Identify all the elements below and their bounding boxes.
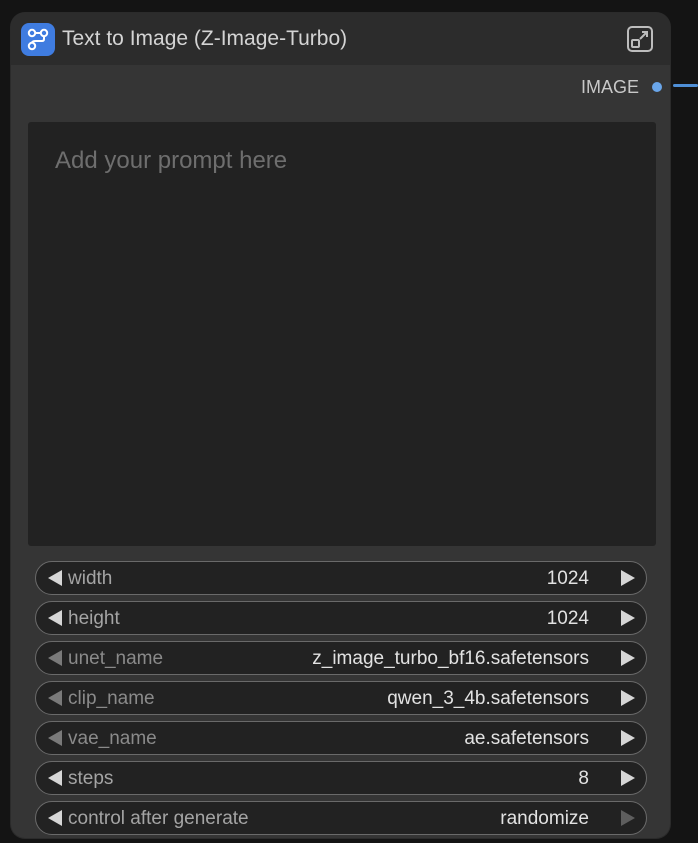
previous-arrow-icon[interactable] xyxy=(48,650,62,666)
widget-label: width xyxy=(68,568,113,589)
prompt-placeholder: Add your prompt here xyxy=(55,147,288,174)
next-arrow-icon[interactable] xyxy=(621,650,635,666)
widget-value: qwen_3_4b.safetensors xyxy=(387,688,589,709)
previous-arrow-icon[interactable] xyxy=(48,730,62,746)
widget-value: 1024 xyxy=(546,608,589,629)
decrement-arrow-icon[interactable] xyxy=(48,610,62,626)
steps-widget[interactable]: steps 8 xyxy=(35,761,647,795)
widget-value: z_image_turbo_bf16.safetensors xyxy=(312,648,589,669)
widget-value: 8 xyxy=(578,768,589,789)
height-widget[interactable]: height 1024 xyxy=(35,601,647,635)
widget-label: clip_name xyxy=(68,688,155,709)
node-title: Text to Image (Z-Image-Turbo) xyxy=(62,27,348,50)
widget-label: steps xyxy=(68,768,114,789)
control-after-generate-widget[interactable]: control after generate randomize xyxy=(35,801,647,835)
output-slot-label: IMAGE xyxy=(580,77,639,97)
clip-name-widget[interactable]: clip_name qwen_3_4b.safetensors xyxy=(35,681,647,715)
prompt-textarea[interactable]: Add your prompt here xyxy=(28,122,656,546)
widget-label: vae_name xyxy=(68,728,157,749)
graph-canvas[interactable]: Text to Image (Z-Image-Turbo) IMAGE Add … xyxy=(0,0,698,843)
output-slot-dot[interactable] xyxy=(652,82,662,92)
node-title-bar[interactable]: Text to Image (Z-Image-Turbo) xyxy=(11,13,670,65)
increment-arrow-icon[interactable] xyxy=(621,610,635,626)
widget-label: control after generate xyxy=(68,808,249,829)
widget-list: width 1024 height 1024 unet_name z_image… xyxy=(35,561,647,841)
widget-value: randomize xyxy=(500,808,589,829)
width-widget[interactable]: width 1024 xyxy=(35,561,647,595)
widget-label: unet_name xyxy=(68,648,164,669)
vae-name-widget[interactable]: vae_name ae.safetensors xyxy=(35,721,647,755)
widget-label: height xyxy=(68,608,120,629)
next-arrow-icon[interactable] xyxy=(621,730,635,746)
next-arrow-icon[interactable] xyxy=(621,690,635,706)
next-arrow-icon[interactable] xyxy=(621,810,635,826)
increment-arrow-icon[interactable] xyxy=(621,770,635,786)
text-to-image-node[interactable]: Text to Image (Z-Image-Turbo) IMAGE Add … xyxy=(11,13,670,838)
subgraph-icon xyxy=(21,23,55,56)
widget-value: 1024 xyxy=(546,568,589,589)
previous-arrow-icon[interactable] xyxy=(48,810,62,826)
decrement-arrow-icon[interactable] xyxy=(48,770,62,786)
expand-icon[interactable] xyxy=(626,25,654,53)
unet-name-widget[interactable]: unet_name z_image_turbo_bf16.safetensors xyxy=(35,641,647,675)
decrement-arrow-icon[interactable] xyxy=(48,570,62,586)
output-link-wire xyxy=(673,84,698,87)
previous-arrow-icon[interactable] xyxy=(48,690,62,706)
increment-arrow-icon[interactable] xyxy=(621,570,635,586)
widget-value: ae.safetensors xyxy=(464,728,589,749)
